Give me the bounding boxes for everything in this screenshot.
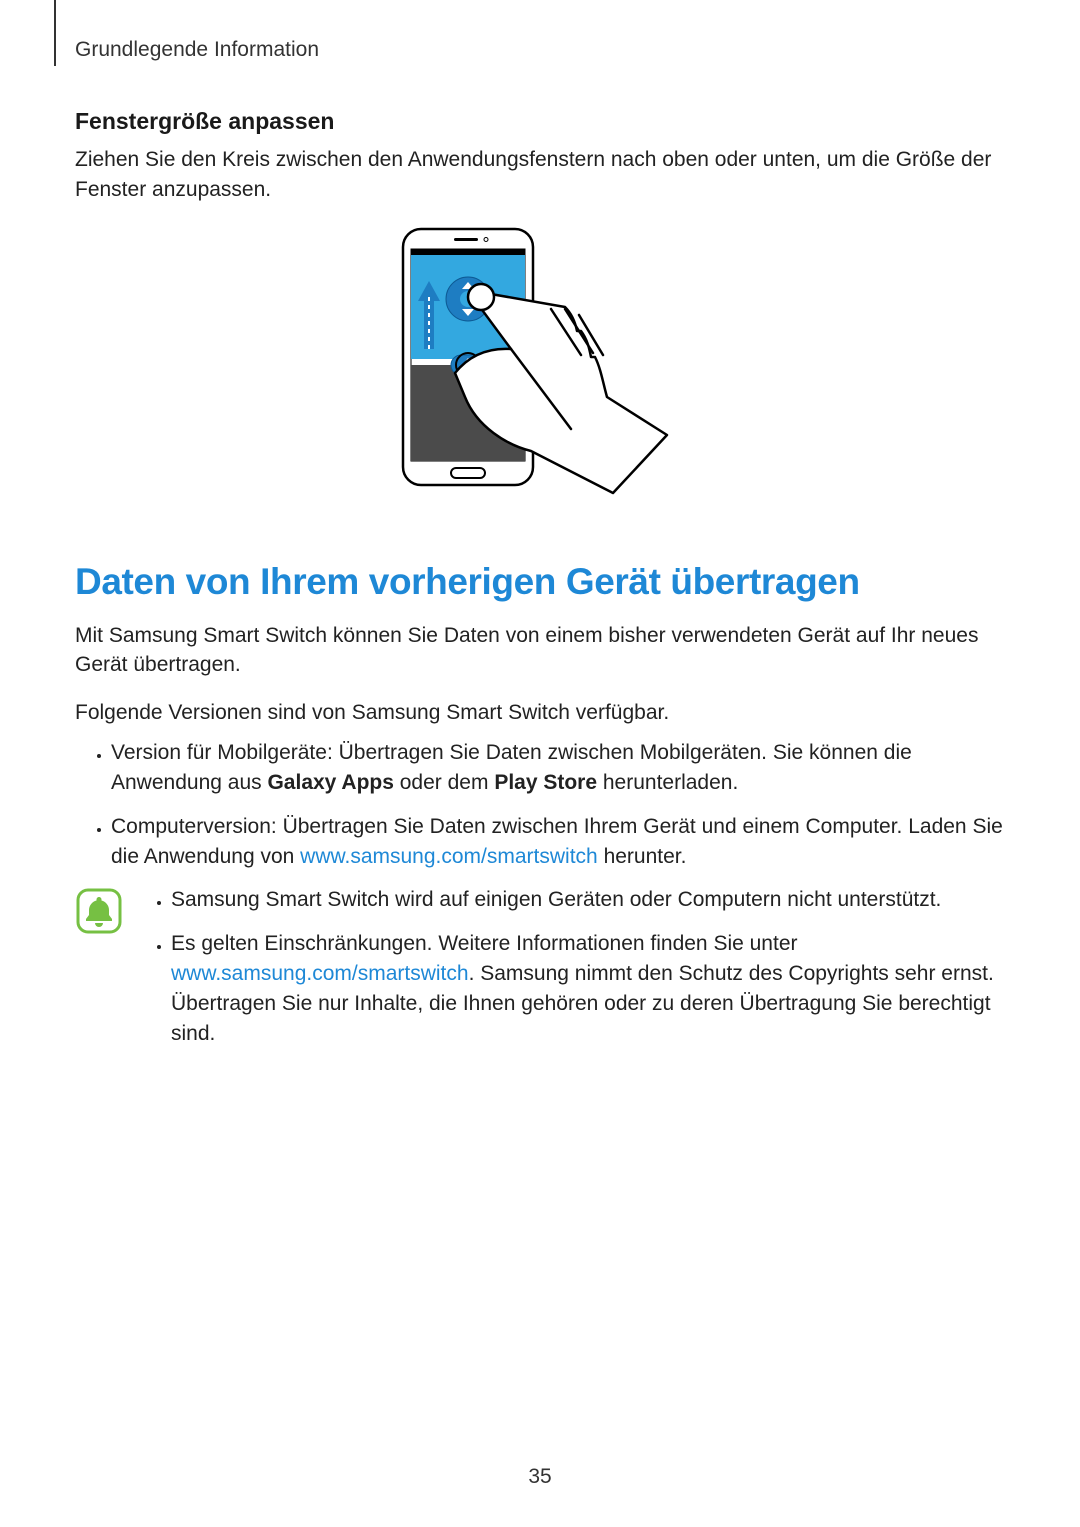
bold-galaxy-apps: Galaxy Apps [267, 771, 393, 794]
link-smartswitch-2[interactable]: www.samsung.com/smartswitch [171, 962, 469, 985]
text-fragment: herunter. [598, 845, 687, 868]
subheading-window-size: Fenstergröße anpassen [75, 108, 1005, 135]
link-smartswitch-1[interactable]: www.samsung.com/smartswitch [300, 845, 598, 868]
header-side-rule [54, 0, 56, 66]
para-transfer-intro1: Mit Samsung Smart Switch können Sie Date… [75, 621, 1005, 681]
text-fragment: herunterladen. [597, 771, 738, 794]
text-fragment: oder dem [394, 771, 494, 794]
bullet-list-versions: Version für Mobilgeräte: Übertragen Sie … [75, 738, 1005, 871]
illustration-resize-window [391, 225, 689, 505]
bold-play-store: Play Store [494, 771, 597, 794]
header-section-label: Grundlegende Information [75, 38, 319, 62]
heading-transfer-data: Daten von Ihrem vorherigen Gerät übertra… [75, 561, 1005, 603]
bullet-computer-version: Computerversion: Übertragen Sie Daten zw… [111, 812, 1005, 872]
page-content: Fenstergröße anpassen Ziehen Sie den Kre… [75, 104, 1005, 1062]
note-item-unsupported: Samsung Smart Switch wird auf einigen Ge… [171, 885, 1005, 915]
note-bell-icon [75, 887, 123, 935]
bullet-mobile-version: Version für Mobilgeräte: Übertragen Sie … [111, 738, 1005, 798]
para-window-size: Ziehen Sie den Kreis zwischen den Anwend… [75, 145, 1005, 205]
note-block: Samsung Smart Switch wird auf einigen Ge… [75, 885, 1005, 1062]
text-fragment: Es gelten Einschränkungen. Weitere Infor… [171, 932, 798, 955]
para-transfer-intro2: Folgende Versionen sind von Samsung Smar… [75, 698, 1005, 728]
note-item-restrictions: Es gelten Einschränkungen. Weitere Infor… [171, 929, 1005, 1048]
note-list: Samsung Smart Switch wird auf einigen Ge… [135, 885, 1005, 1062]
page-number: 35 [0, 1465, 1080, 1489]
